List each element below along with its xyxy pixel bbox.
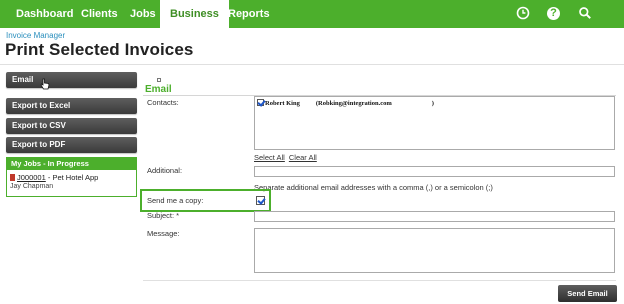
job-item: J000001 - Pet Hotel App: [10, 173, 98, 182]
export-excel-button[interactable]: Export to Excel: [6, 98, 137, 114]
section-title: Email: [145, 84, 172, 95]
footer-divider: [143, 280, 616, 281]
tab-clients[interactable]: Clients: [81, 0, 118, 28]
send-email-button[interactable]: Send Email: [558, 285, 617, 302]
top-nav: Dashboard Clients Jobs Business Reports …: [0, 0, 624, 28]
export-csv-button[interactable]: Export to CSV: [6, 118, 137, 134]
jobs-panel: My Jobs - In Progress J000001 - Pet Hote…: [6, 157, 137, 197]
export-pdf-button[interactable]: Export to PDF: [6, 137, 137, 153]
tab-business[interactable]: Business: [160, 0, 229, 28]
job-name: - Pet Hotel App: [45, 173, 99, 182]
contact-row: Robert King (Robking@integration.com): [257, 99, 434, 107]
page-title: Print Selected Invoices: [5, 40, 194, 59]
contacts-list: Robert King (Robking@integration.com): [254, 96, 615, 150]
hand-cursor-icon: [40, 78, 50, 90]
select-all-link[interactable]: Select All: [254, 153, 285, 162]
breadcrumb[interactable]: Invoice Manager: [6, 31, 65, 40]
send-copy-label: Send me a copy:: [147, 196, 204, 205]
job-client: Jay Chapman: [10, 183, 54, 190]
anchor-icon: [157, 78, 161, 82]
subject-label: Subject: *: [147, 211, 180, 220]
job-flag-icon: [10, 174, 15, 181]
clear-all-link[interactable]: Clear All: [289, 153, 317, 162]
additional-hint: Separate additional email addresses with…: [254, 183, 493, 192]
job-id-link[interactable]: J000001: [17, 173, 46, 182]
contact-name: Robert King: [265, 100, 300, 107]
contacts-label: Contacts:: [147, 98, 179, 107]
message-label: Message:: [147, 229, 180, 238]
search-icon[interactable]: [577, 6, 593, 22]
send-copy-checkbox[interactable]: [256, 196, 265, 205]
jobs-panel-title: My Jobs - In Progress: [7, 158, 136, 170]
contact-email: (Robking@integration.com: [315, 100, 392, 107]
email-button[interactable]: Email: [6, 72, 137, 88]
tab-reports[interactable]: Reports: [228, 0, 270, 28]
tab-jobs[interactable]: Jobs: [130, 0, 156, 28]
clock-icon[interactable]: [515, 6, 531, 22]
message-textarea[interactable]: [254, 228, 615, 273]
contact-links: Select All Clear All: [254, 153, 321, 162]
header-divider: [0, 64, 624, 65]
additional-label: Additional:: [147, 166, 183, 175]
additional-input[interactable]: [254, 166, 615, 177]
contact-checkbox[interactable]: [257, 99, 264, 106]
tab-dashboard[interactable]: Dashboard: [16, 0, 73, 28]
subject-input[interactable]: [254, 211, 615, 222]
help-icon[interactable]: ?: [547, 7, 560, 20]
contact-email-close: ): [431, 100, 434, 107]
